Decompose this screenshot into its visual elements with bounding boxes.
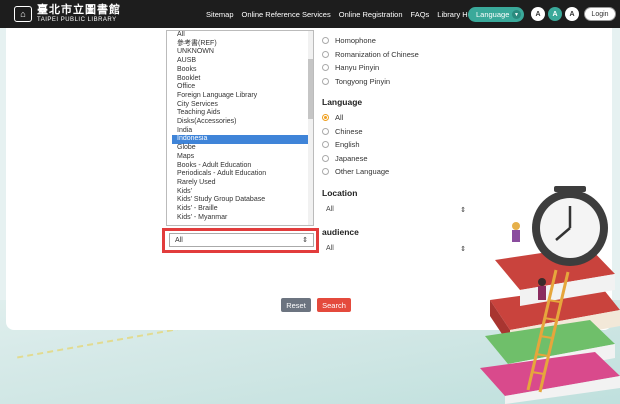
radio-language-other[interactable]: Other Language [322, 165, 472, 179]
material-type-list[interactable]: All 參考書(REF) UNKNOWN AUSB Books Booklet Office… [166, 30, 314, 226]
type-option[interactable]: 參考書(REF) [172, 40, 313, 49]
type-option[interactable]: Globe [172, 144, 313, 153]
type-option[interactable]: Books - Adult Education [172, 162, 313, 171]
list-scrollbar[interactable] [308, 31, 313, 225]
type-option[interactable]: Kids' [172, 188, 313, 197]
language-button-label: Language [476, 10, 510, 19]
type-option[interactable]: Rarely Used [172, 179, 313, 188]
radio-icon [322, 77, 329, 85]
radio-icon [322, 168, 329, 176]
logo-english-name: TAIPEI PUBLIC LIBRARY [37, 17, 117, 23]
type-option[interactable]: Periodicals - Adult Education [172, 170, 313, 179]
type-option[interactable]: Teaching Aids [172, 109, 313, 118]
radio-icon [322, 50, 329, 58]
radio-icon [322, 37, 329, 45]
material-type-select[interactable]: All ⇕ [169, 233, 314, 247]
nav-online-registration[interactable]: Online Registration [339, 10, 403, 19]
audience-title: audience [322, 226, 359, 237]
nav-online-reference[interactable]: Online Reference Services [242, 10, 331, 19]
radio-icon [322, 64, 329, 72]
type-option[interactable]: Kids' - Myanmar [172, 214, 313, 223]
type-option[interactable]: City Services [172, 101, 313, 110]
radio-icon [322, 127, 329, 135]
chevron-down-icon: ▼ [512, 10, 521, 19]
search-button[interactable]: Search [317, 298, 351, 312]
type-option[interactable]: Indonesia [172, 135, 313, 145]
language-title: Language [322, 97, 363, 107]
type-option[interactable]: Foreign Language Library [172, 92, 313, 101]
type-option[interactable]: Office [172, 83, 313, 92]
radio-icon [322, 154, 329, 162]
radio-language-all[interactable]: All [322, 111, 472, 125]
radio-icon [322, 114, 329, 122]
audience-select-value: All [326, 245, 334, 252]
type-option[interactable]: India [172, 127, 313, 136]
type-option[interactable]: UNKNOWN [172, 48, 313, 57]
location-select-value: All [326, 206, 334, 213]
radio-language-english[interactable]: English [322, 138, 472, 152]
library-logo-icon: ⌂ [14, 6, 32, 22]
select-arrows-icon: ⇕ [460, 206, 466, 214]
select-arrows-icon: ⇕ [460, 245, 466, 253]
nav-faqs[interactable]: FAQs [411, 10, 430, 19]
radio-tongyong-pinyin[interactable]: Tongyong Pinyin [322, 75, 472, 89]
material-type-select-value: All [175, 236, 183, 244]
radio-language-japanese[interactable]: Japanese [322, 152, 472, 166]
type-option[interactable]: Maps [172, 153, 313, 162]
audience-select[interactable]: All ⇕ [322, 241, 470, 257]
type-option[interactable]: Books [172, 66, 313, 75]
header-bar: ⌂ 臺北市立圖書館 TAIPEI PUBLIC LIBRARY Sitemap … [0, 0, 620, 28]
location-title: Location [322, 187, 358, 198]
radio-hanyu-pinyin[interactable]: Hanyu Pinyin [322, 61, 472, 75]
nav-sitemap[interactable]: Sitemap [206, 10, 234, 19]
type-option[interactable]: AUSB [172, 57, 313, 66]
radio-icon [322, 141, 329, 149]
login-button[interactable]: Login [584, 7, 616, 21]
top-nav: Sitemap Online Reference Services Online… [206, 0, 493, 28]
select-arrows-icon: ⇕ [302, 237, 308, 244]
library-logo[interactable]: ⌂ 臺北市立圖書館 TAIPEI PUBLIC LIBRARY [14, 5, 121, 23]
radio-romanization[interactable]: Romanization of Chinese [322, 48, 472, 62]
filter-column: Homophone Romanization of Chinese Hanyu … [322, 34, 472, 257]
type-option[interactable]: Kids' - Braille [172, 205, 313, 214]
type-option[interactable]: Kids' Study Group Database [172, 196, 313, 205]
type-option[interactable]: Disks(Accessories) [172, 118, 313, 127]
font-size-large-button[interactable]: A [565, 7, 579, 21]
books-clock-illustration [480, 186, 620, 404]
type-option[interactable]: Booklet [172, 75, 313, 84]
reset-button[interactable]: Reset [281, 298, 311, 312]
font-size-medium-button[interactable]: A [548, 7, 562, 21]
language-button[interactable]: Language ▼ [468, 7, 524, 22]
location-select[interactable]: All ⇕ [322, 202, 470, 218]
logo-chinese-name: 臺北市立圖書館 [37, 4, 121, 16]
type-option[interactable]: All [172, 31, 313, 40]
font-size-small-button[interactable]: A [531, 7, 545, 21]
radio-language-chinese[interactable]: Chinese [322, 125, 472, 139]
radio-homophone[interactable]: Homophone [322, 34, 472, 48]
